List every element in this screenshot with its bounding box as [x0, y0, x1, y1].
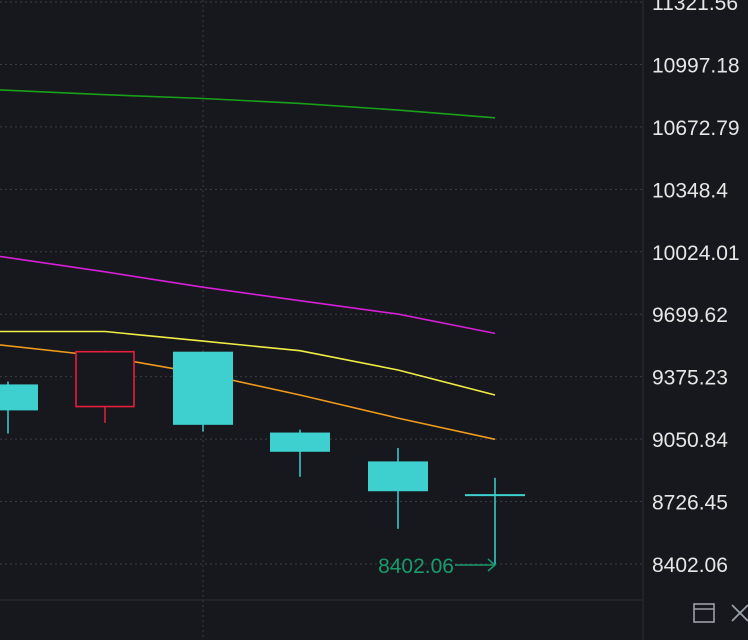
y-tick-label: 10024.01: [652, 242, 740, 265]
y-tick-label: 8402.06: [652, 554, 728, 577]
window-icon[interactable]: [692, 601, 716, 625]
y-tick-label: 9050.84: [652, 429, 728, 452]
candle-body: [0, 384, 38, 411]
candle-body: [368, 461, 428, 492]
annotation-low-label: 8402.06: [378, 555, 454, 578]
y-tick-label: 10348.4: [652, 179, 728, 202]
candle-body: [270, 432, 330, 452]
moving-average-line-4: [0, 344, 496, 441]
y-tick-label: 8726.45: [652, 492, 728, 515]
moving-average-line-3: [0, 330, 496, 396]
moving-average-line-1: [0, 89, 496, 119]
moving-average-line-2: [0, 255, 496, 335]
chart-svg[interactable]: 8402.06 11321.56 10997.18 10672.79 10348.4 10…: [0, 0, 748, 640]
y-tick-label: 10997.18: [652, 54, 740, 77]
candle-body: [75, 350, 135, 408]
close-icon[interactable]: [728, 601, 748, 625]
candlestick-chart[interactable]: 8402.06 11321.56 10997.18 10672.79 10348.4 10…: [0, 0, 748, 640]
candle-body: [173, 351, 233, 425]
y-tick-label: 11321.56: [652, 0, 738, 15]
y-tick-label: 10672.79: [652, 117, 740, 140]
y-tick-label: 9699.62: [652, 304, 728, 327]
y-tick-label: 9375.23: [652, 367, 728, 390]
